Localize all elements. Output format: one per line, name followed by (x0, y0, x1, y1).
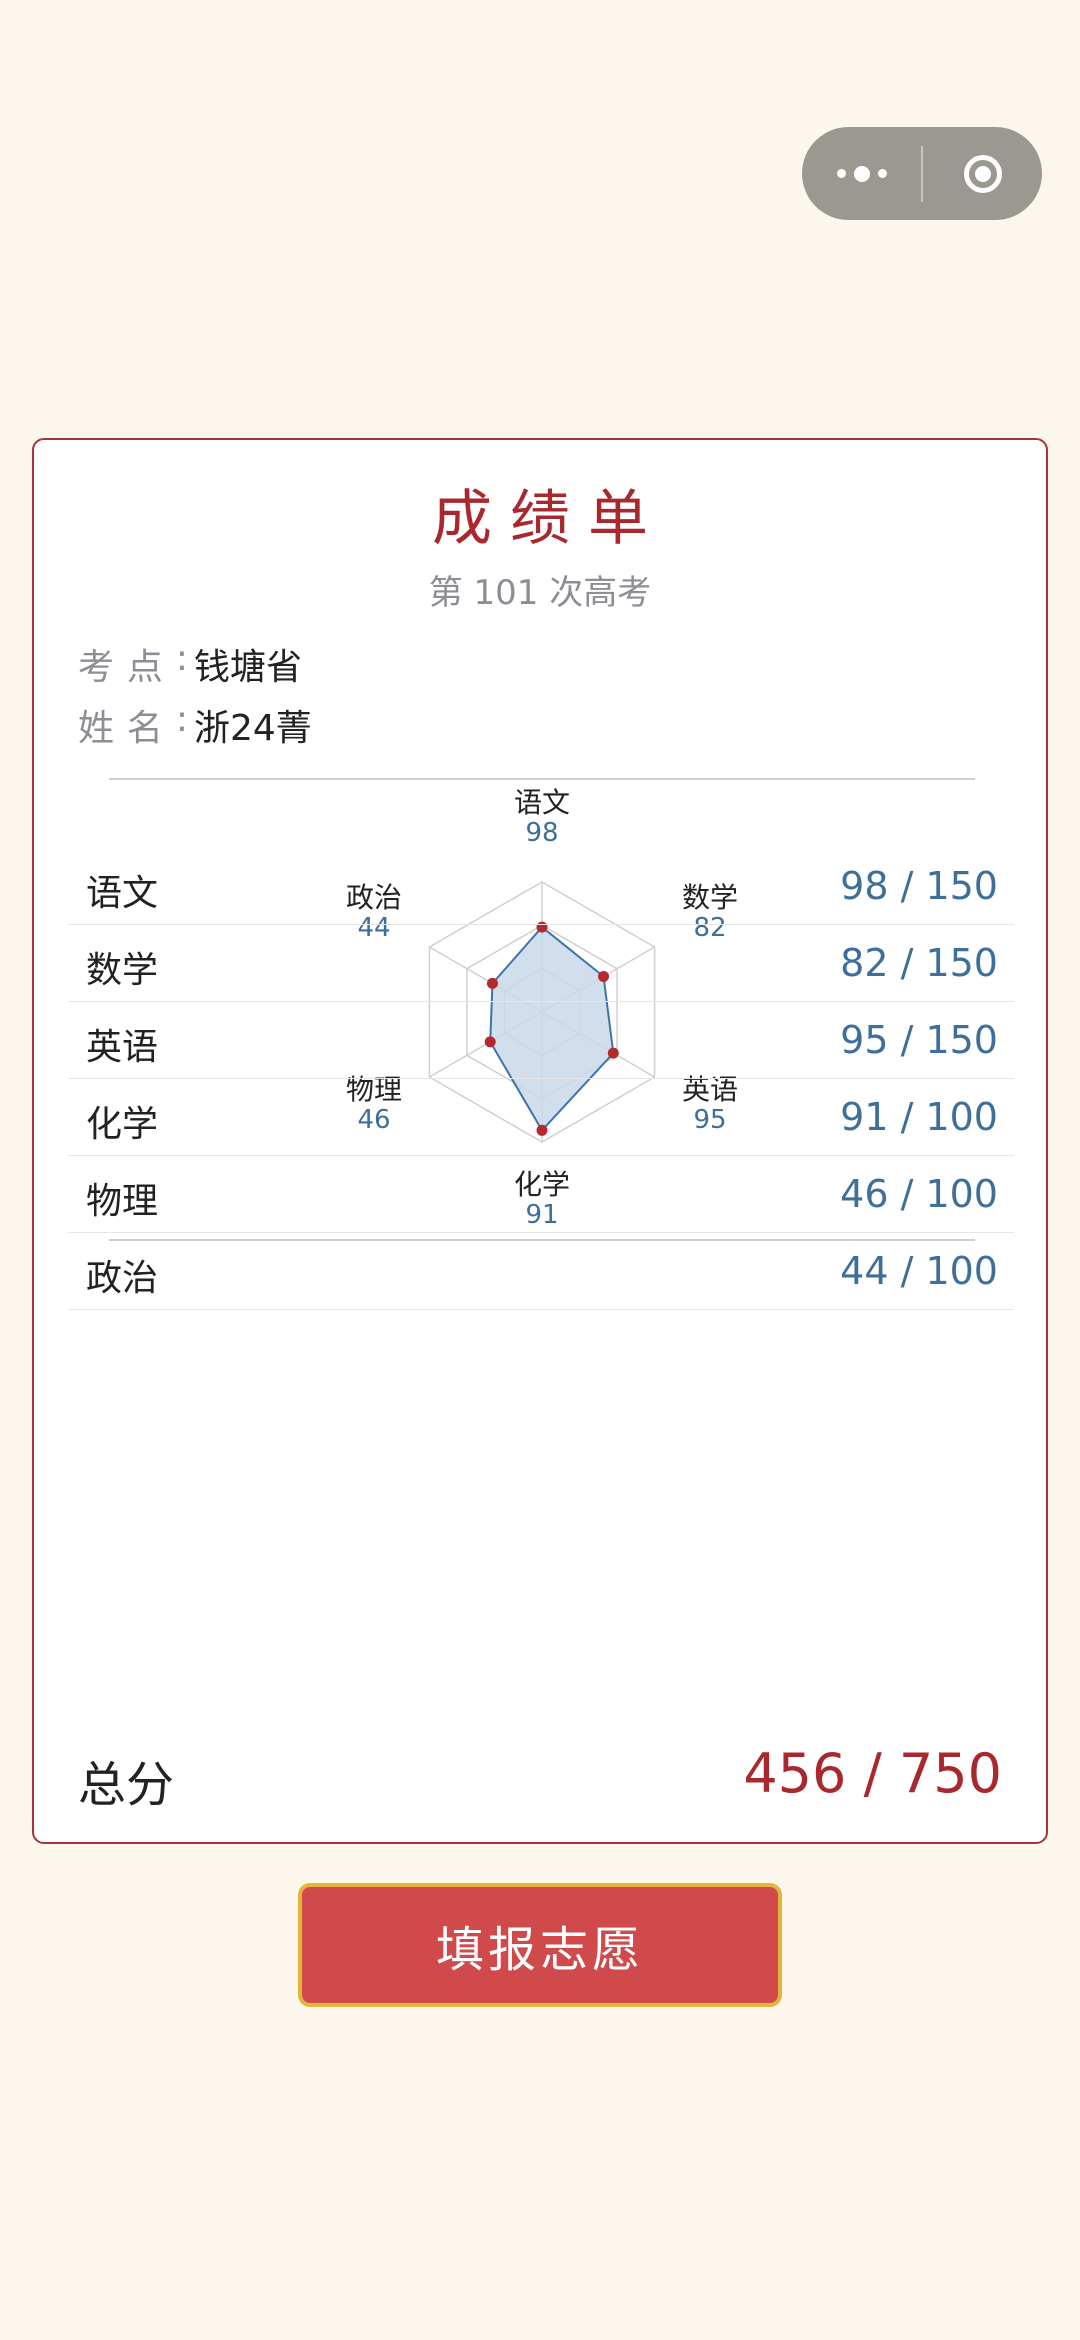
subject-name: 数学 (86, 950, 159, 991)
subject-name: 政治 (86, 1258, 159, 1299)
total-value: 456 / 750 (743, 1742, 1002, 1805)
subject-score: 98 / 150 (840, 864, 998, 908)
fill-application-button[interactable]: 填报志愿 (298, 1883, 782, 2007)
subject-score: 95 / 150 (840, 1018, 998, 1062)
more-dots-icon[interactable] (802, 127, 921, 220)
subject-name: 物理 (86, 1181, 159, 1222)
miniprogram-capsule (802, 127, 1042, 220)
score-row: 英语 95 / 150 (68, 1002, 1014, 1079)
subject-score: 44 / 100 (840, 1249, 998, 1293)
subject-name: 英语 (86, 1027, 159, 1068)
score-row: 语文 98 / 150 (68, 848, 1014, 925)
score-row: 数学 82 / 150 (68, 925, 1014, 1002)
radar-axis-label: 语文 (514, 786, 570, 819)
page: 成绩单 第 101 次高考 考点: 钱塘省 姓名: 浙24菁 语文 98 数学 82 英… (0, 0, 1080, 2340)
subject-name: 语文 (86, 873, 159, 914)
score-report-card: 成绩单 第 101 次高考 考点: 钱塘省 姓名: 浙24菁 语文 98 数学 82 英… (32, 438, 1048, 1844)
score-row: 政治 44 / 100 (68, 1233, 1014, 1310)
subject-score: 82 / 150 (840, 941, 998, 985)
subject-name: 化学 (86, 1104, 159, 1145)
score-row: 化学 91 / 100 (68, 1079, 1014, 1156)
subject-score: 46 / 100 (840, 1172, 998, 1216)
subject-score: 91 / 100 (840, 1095, 998, 1139)
score-row: 物理 46 / 100 (68, 1156, 1014, 1233)
total-label: 总分 (78, 1757, 175, 1813)
radar-axis-value: 98 (525, 818, 558, 848)
close-circle-icon[interactable] (923, 127, 1042, 220)
